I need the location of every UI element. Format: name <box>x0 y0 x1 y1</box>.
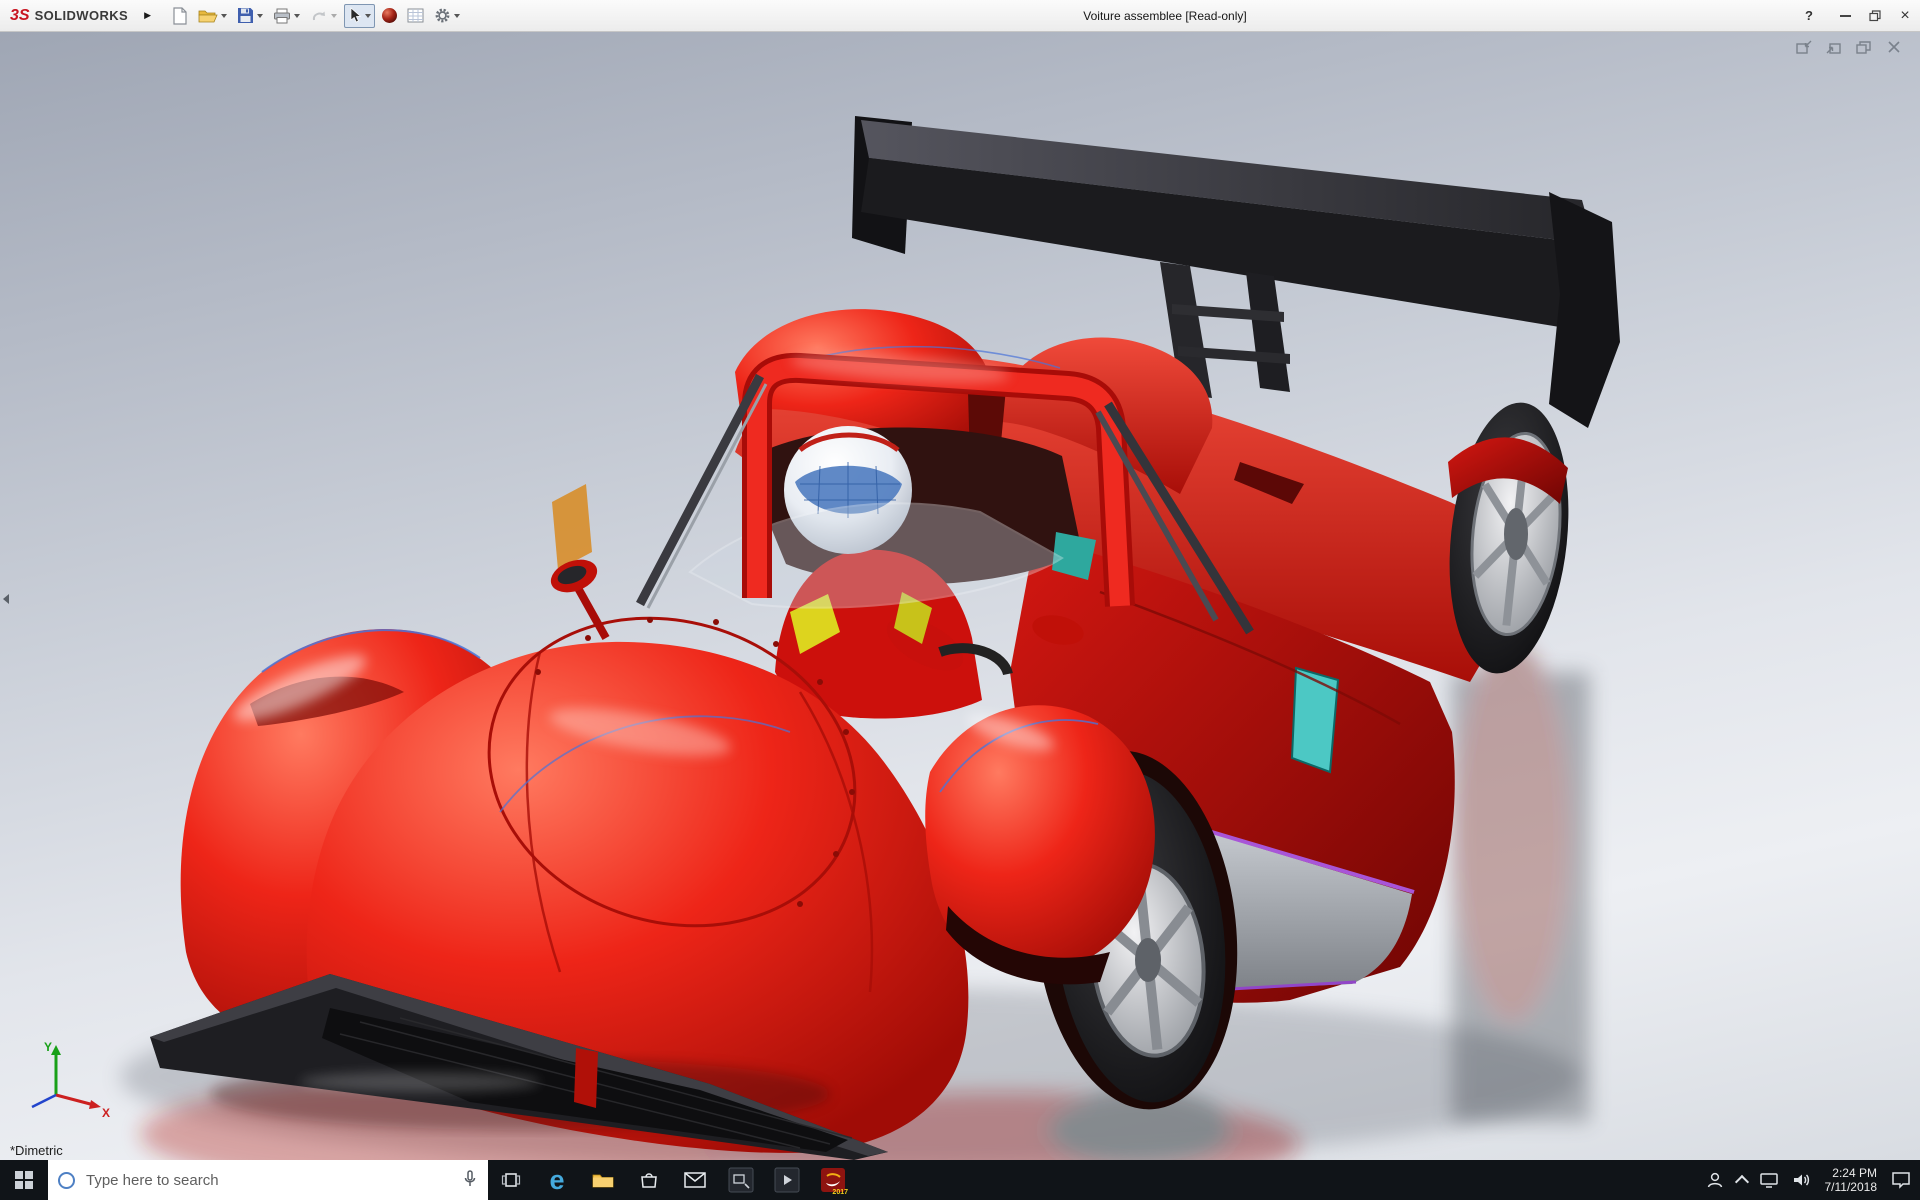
minimize-icon <box>1839 14 1851 17</box>
mail-button[interactable] <box>672 1160 718 1200</box>
minimize-button[interactable] <box>1830 0 1860 31</box>
open-dropdown-caret[interactable] <box>221 13 228 18</box>
undo-icon <box>313 11 326 20</box>
solidworks-window: 3S SOLIDWORKS ▶ Voiture assemblee [Read-… <box>0 0 1920 1200</box>
microphone-button[interactable] <box>462 1169 478 1192</box>
appearance-button[interactable] <box>379 4 400 28</box>
doc-close-button[interactable] <box>1884 39 1904 57</box>
car-model[interactable] <box>0 32 1920 1160</box>
options-dropdown-caret[interactable] <box>454 13 461 18</box>
window-controls: ? × <box>1794 0 1920 31</box>
splitter-pylon <box>574 1048 598 1108</box>
triad-y-label: Y <box>44 1040 52 1054</box>
select-cursor-icon <box>350 7 362 23</box>
taskbar: e 2017 <box>0 1160 1920 1200</box>
save-floppy-icon <box>238 8 254 23</box>
screen-sketch-icon <box>728 1167 754 1193</box>
file-explorer-button[interactable] <box>580 1160 626 1200</box>
search-input[interactable] <box>84 1170 453 1190</box>
movies-tv-icon <box>774 1167 800 1193</box>
feature-tree-collapse-tab[interactable] <box>0 588 12 610</box>
mail-icon <box>684 1172 706 1188</box>
open-folder-icon <box>198 10 218 22</box>
side-window-teal <box>1290 666 1340 774</box>
orientation-triad: Y X <box>14 1037 114 1126</box>
action-center-icon <box>1892 1172 1910 1189</box>
action-center-button[interactable] <box>1886 1168 1916 1192</box>
solidworks-brand-name: SOLIDWORKS <box>34 8 129 23</box>
main-toolbar <box>167 3 465 28</box>
dock-left-button[interactable] <box>1794 39 1814 57</box>
options-button[interactable] <box>431 4 463 28</box>
close-button[interactable]: × <box>1890 0 1920 31</box>
microphone-icon <box>464 1169 476 1186</box>
triad-x-label: X <box>102 1106 110 1120</box>
drawing-sheet-icon <box>407 8 424 23</box>
clock-date: 7/11/2018 <box>1824 1180 1878 1194</box>
menu-expand-button[interactable]: ▶ <box>138 8 157 23</box>
hidden-icons-button[interactable] <box>1732 1170 1752 1190</box>
doc-restore-button[interactable] <box>1854 39 1874 57</box>
drawing-sheet-button[interactable] <box>404 4 427 28</box>
movies-tv-button[interactable] <box>764 1160 810 1200</box>
save-button[interactable] <box>234 4 266 28</box>
taskbar-search[interactable] <box>48 1160 488 1200</box>
solidworks-year-label: 2017 <box>832 1189 848 1196</box>
3ds-logo: 3S <box>10 6 30 24</box>
taskbar-clock[interactable]: 2:24 PM 7/11/2018 <box>1825 1166 1878 1194</box>
volume-icon <box>1793 1174 1809 1186</box>
save-dropdown-caret[interactable] <box>257 13 264 18</box>
new-document-button[interactable] <box>169 4 191 28</box>
doc-minimize-button[interactable] <box>1824 39 1844 57</box>
document-title: Voiture assemblee [Read-only] <box>1083 9 1247 23</box>
people-button[interactable] <box>1700 1168 1730 1192</box>
solidworks-taskbar-button[interactable]: 2017 <box>810 1160 856 1200</box>
store-icon <box>641 1173 657 1188</box>
dock-left-icon <box>1796 40 1812 54</box>
amber-panel <box>552 484 592 570</box>
undo-dropdown-caret[interactable] <box>331 13 338 18</box>
titlebar: 3S SOLIDWORKS ▶ Voiture assemblee [Read-… <box>0 0 1920 32</box>
print-icon <box>274 8 291 23</box>
appearance-sphere-icon <box>382 8 398 23</box>
network-icon <box>1759 1173 1778 1188</box>
clock-time: 2:24 PM <box>1832 1166 1877 1180</box>
edge-icon: e <box>549 1164 565 1195</box>
restore-button[interactable] <box>1860 0 1890 31</box>
print-dropdown-caret[interactable] <box>294 13 301 18</box>
chevron-up-icon <box>1734 1174 1749 1190</box>
edge-button[interactable]: e <box>534 1160 580 1200</box>
print-button[interactable] <box>270 4 303 28</box>
file-explorer-icon <box>592 1174 614 1188</box>
task-view-icon <box>501 1173 521 1187</box>
network-button[interactable] <box>1754 1168 1784 1192</box>
collapse-arrow-icon <box>3 594 9 604</box>
windows-logo-icon <box>15 1171 33 1189</box>
start-button[interactable] <box>0 1160 48 1200</box>
gear-icon <box>435 8 450 23</box>
store-button[interactable] <box>626 1160 672 1200</box>
select-tool-button[interactable] <box>344 3 376 28</box>
viewport-3d[interactable]: Y X *Dimetric <box>0 32 1920 1160</box>
doc-close-icon <box>1888 41 1900 53</box>
new-document-icon <box>173 6 187 25</box>
volume-button[interactable] <box>1786 1168 1816 1192</box>
document-window-controls <box>1794 39 1904 57</box>
doc-minimize-icon <box>1826 43 1841 54</box>
task-view-button[interactable] <box>488 1160 534 1200</box>
undo-button[interactable] <box>307 4 340 28</box>
screen-sketch-button[interactable] <box>718 1160 764 1200</box>
help-button[interactable]: ? <box>1794 0 1824 31</box>
search-icon <box>58 1171 75 1189</box>
select-dropdown-caret[interactable] <box>365 13 372 18</box>
doc-restore-icon <box>1856 41 1871 54</box>
restore-icon <box>1869 9 1881 21</box>
people-icon <box>1707 1172 1722 1188</box>
view-orientation-label: *Dimetric <box>10 1143 63 1158</box>
system-tray: 2:24 PM 7/11/2018 <box>1700 1160 1920 1200</box>
open-button[interactable] <box>195 4 230 28</box>
